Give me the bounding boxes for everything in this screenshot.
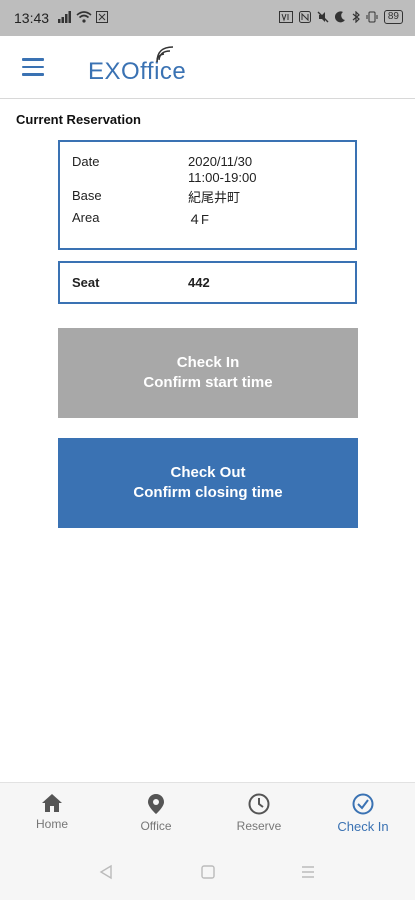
status-bar: 13:43 89 [0,0,415,36]
nav-reserve-label: Reserve [236,819,282,833]
status-icons-left [58,11,108,23]
home-square-icon[interactable] [200,864,216,880]
check-out-button[interactable]: Check Out Confirm closing time [58,438,358,528]
date-value: 2020/11/30 [188,154,253,169]
seat-card: Seat 442 [58,261,357,304]
date-label: Date [72,154,100,169]
back-triangle-icon[interactable] [98,864,114,880]
base-value: 紀尾井町 [188,190,241,205]
status-time: 13:43 [14,10,50,26]
system-nav-bar [0,846,415,900]
nav-reserve[interactable]: Reserve [219,793,299,833]
seat-label: Seat [72,275,100,290]
bluetooth-icon [352,11,360,23]
hamburger-menu-icon[interactable] [22,58,44,76]
reservation-card: Date 2020/11/30 11:00-19:00 Base 紀尾井町 Ar… [58,140,357,250]
nav-office[interactable]: Office [116,793,196,833]
media-icon [96,11,108,23]
vibrate-icon [366,11,378,23]
nav-check-in[interactable]: Check In [323,793,403,834]
volte-icon [278,11,293,23]
moon-icon [334,11,345,23]
time-value: 11:00-19:00 [188,170,257,185]
nav-home[interactable]: Home [12,793,92,831]
base-label: Base [72,188,102,203]
recents-menu-icon[interactable] [300,864,316,880]
seat-value: 442 [188,275,210,290]
nav-check-in-label: Check In [337,819,389,834]
signal-icon [58,11,71,23]
section-title: Current Reservation [16,112,141,127]
check-in-button[interactable]: Check In Confirm start time [58,328,358,418]
area-value: ４F [188,212,209,227]
logo-signal-icon [156,46,174,63]
check-in-subtitle: Confirm start time [143,374,273,391]
nfc-icon [298,11,311,23]
area-label: Area [72,210,100,225]
home-icon [42,794,62,812]
check-out-title: Check Out [170,464,246,481]
nav-office-label: Office [140,819,172,833]
clock-icon [248,793,270,815]
mute-icon [317,11,329,23]
check-out-subtitle: Confirm closing time [133,484,283,501]
nav-home-label: Home [35,817,68,831]
check-in-title: Check In [176,354,240,371]
status-icons-right: 89 [278,10,403,24]
location-pin-icon [148,794,164,814]
battery-indicator: 89 [383,10,403,24]
check-circle-icon [352,793,374,815]
wifi-icon [76,11,92,23]
app-header: EXOffice [0,36,415,99]
bottom-nav: Home Office Reserve Check In [0,782,415,847]
